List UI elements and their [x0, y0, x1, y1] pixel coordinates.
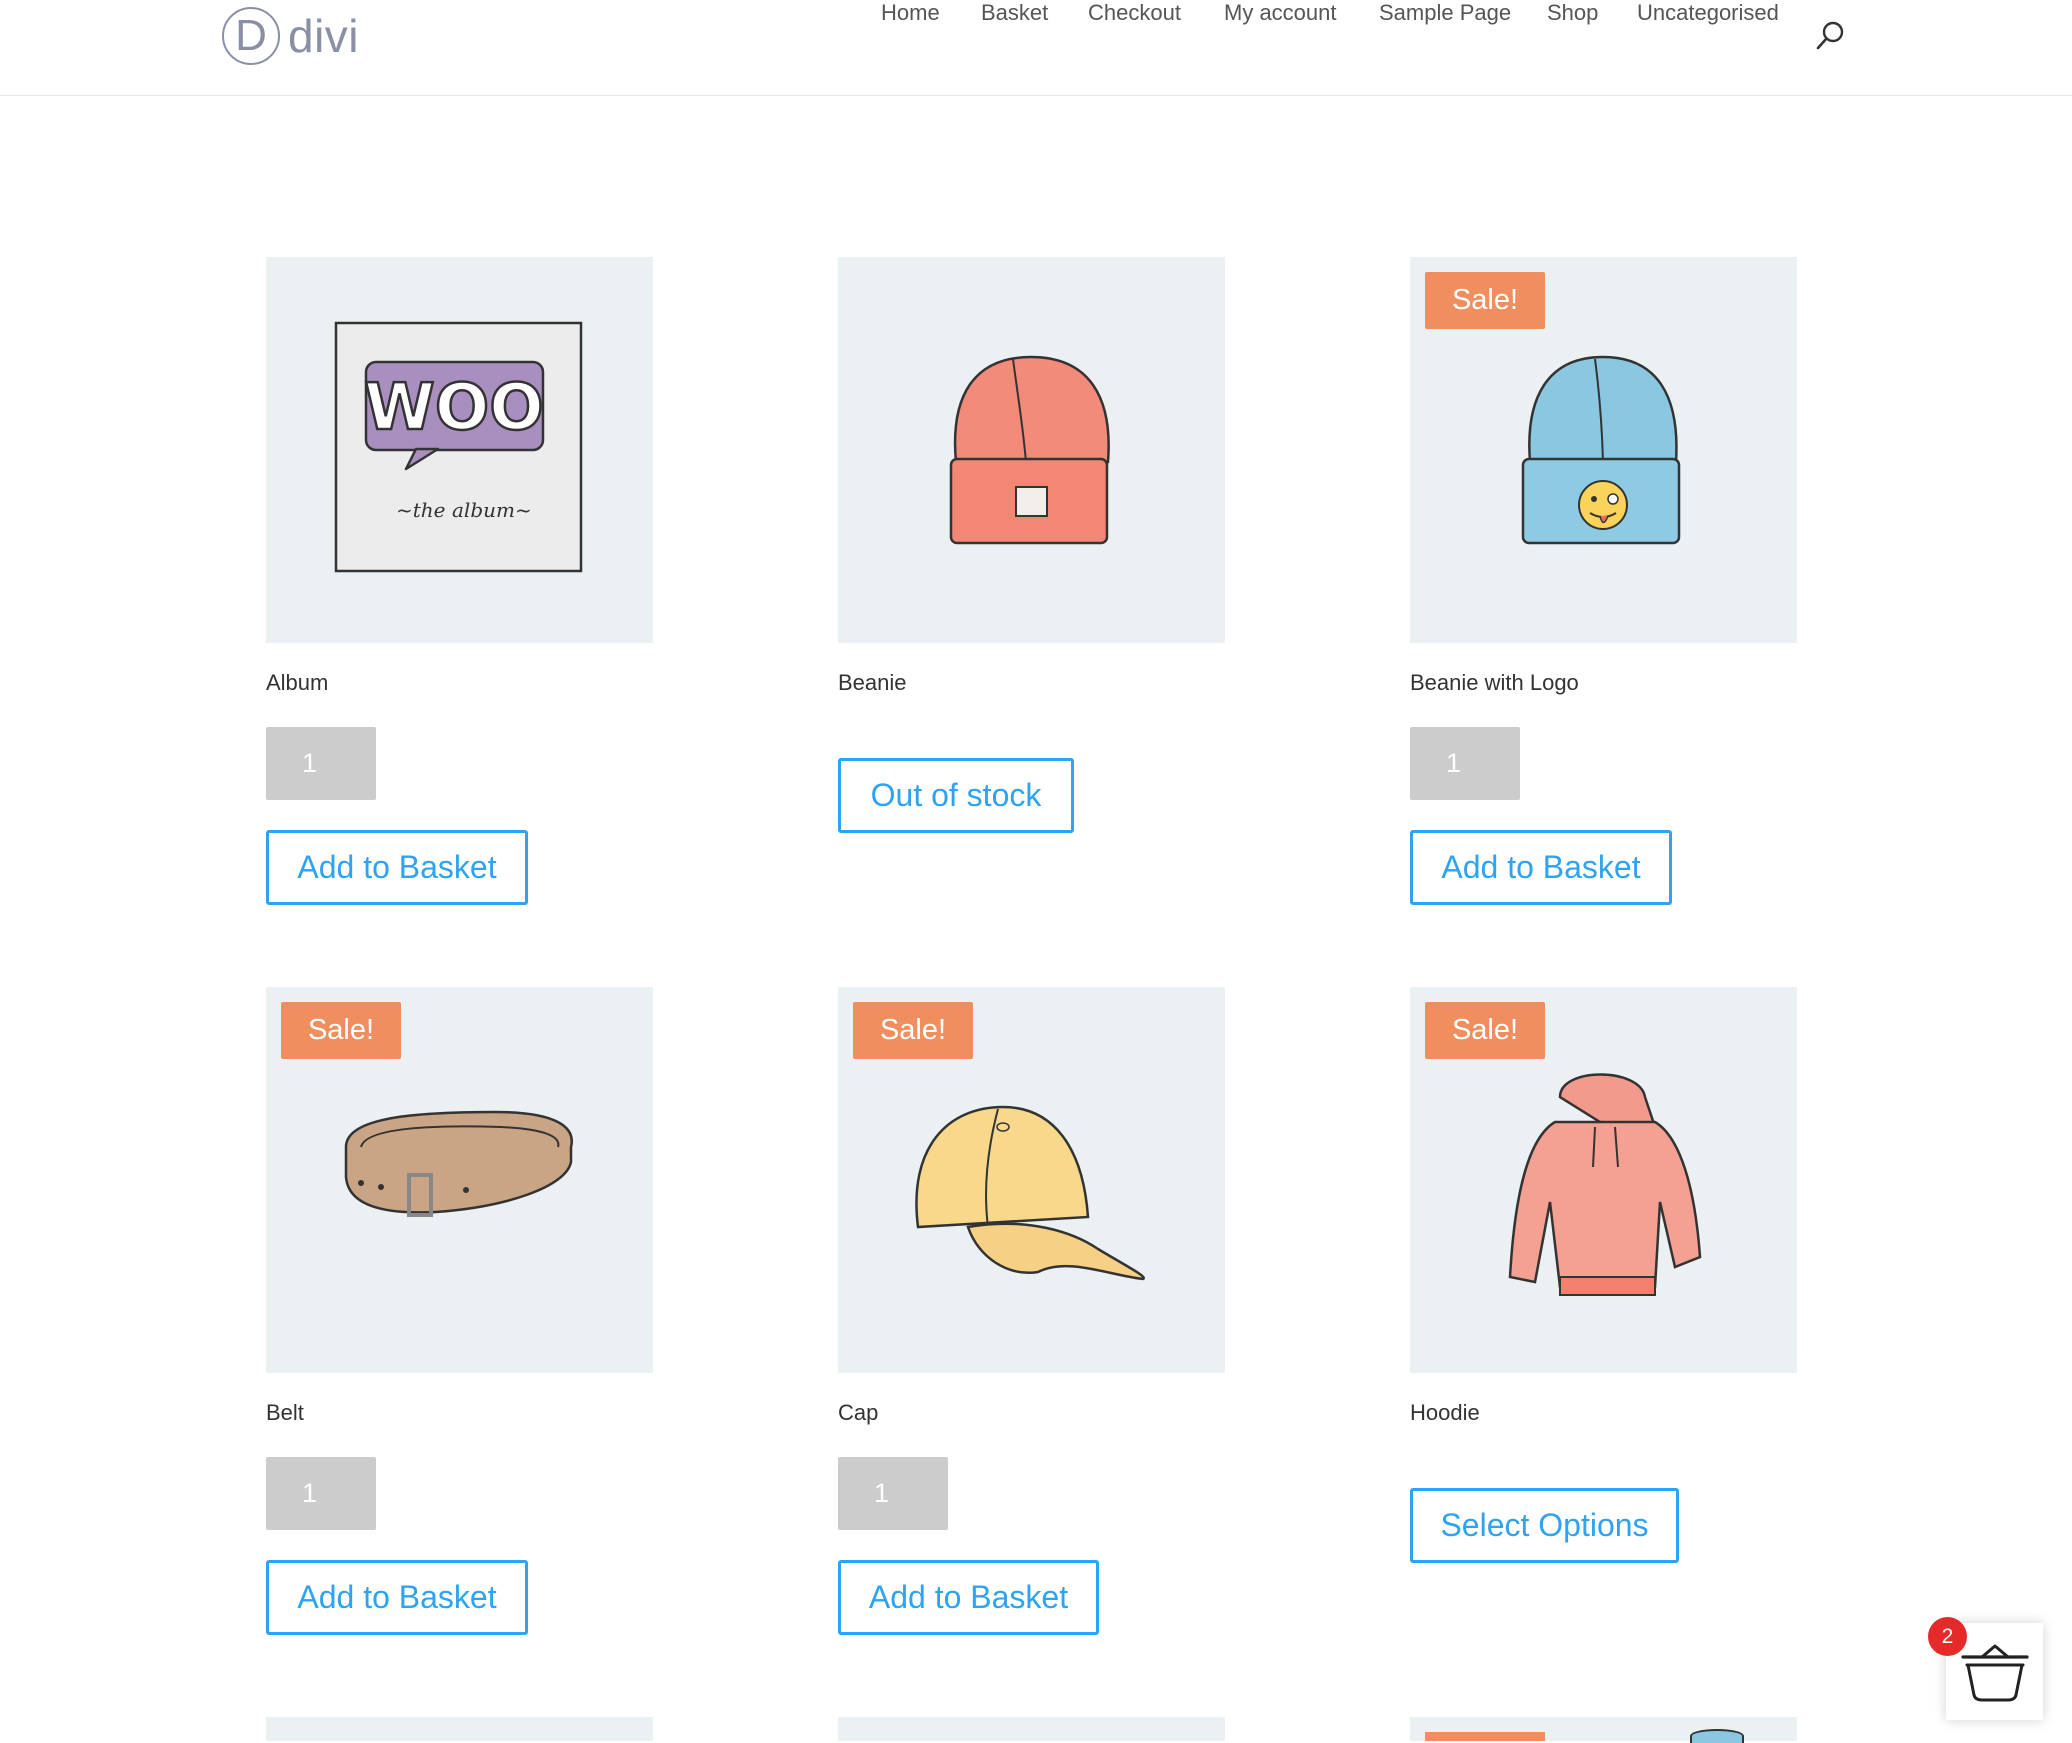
svg-text:~the: ~the [396, 498, 446, 522]
beanie-icon [949, 355, 1110, 545]
site-logo[interactable]: D divi [222, 3, 359, 69]
product-image[interactable]: Sale! [838, 987, 1225, 1373]
product-image[interactable]: Sale! [1410, 257, 1797, 643]
product-image[interactable] [838, 257, 1225, 643]
product-card-beanie: Beanie Out of stock [838, 257, 1225, 907]
out-of-stock-button[interactable]: Out of stock [838, 758, 1074, 833]
product-card-beanie-with-logo: Sale! Beanie with Logo 1 Add to Basket [1410, 257, 1797, 907]
product-title[interactable]: Album [266, 670, 328, 696]
product-image-peek[interactable] [266, 1717, 653, 1741]
add-to-basket-button[interactable]: Add to Basket [1410, 830, 1672, 905]
quantity-input[interactable]: 1 [1410, 727, 1520, 800]
sale-badge: Sale! [1425, 1002, 1545, 1059]
add-to-basket-button[interactable]: Add to Basket [266, 830, 528, 905]
site-header: D divi Home Basket Checkout My account S… [0, 0, 2072, 96]
add-to-basket-button[interactable]: Add to Basket [838, 1560, 1099, 1635]
sale-badge: Sale! [1425, 272, 1545, 329]
product-card-album: WOO ~the album~ Album 1 Add to Basket [266, 257, 653, 907]
nav-sample-page[interactable]: Sample Page [1379, 0, 1511, 26]
add-to-basket-button[interactable]: Add to Basket [266, 1560, 528, 1635]
nav-uncategorised[interactable]: Uncategorised [1637, 0, 1779, 26]
quantity-input[interactable]: 1 [838, 1457, 948, 1530]
product-title[interactable]: Beanie with Logo [1410, 670, 1579, 696]
sale-badge-peek [1425, 1732, 1545, 1741]
search-icon[interactable] [1815, 20, 1845, 52]
product-title[interactable]: Hoodie [1410, 1400, 1480, 1426]
select-options-button[interactable]: Select Options [1410, 1488, 1679, 1563]
nav-basket[interactable]: Basket [981, 0, 1048, 26]
quantity-input[interactable]: 1 [266, 1457, 376, 1530]
product-title[interactable]: Belt [266, 1400, 304, 1426]
nav-checkout[interactable]: Checkout [1088, 0, 1181, 26]
svg-text:album~: album~ [452, 498, 532, 522]
product-image-peek[interactable] [1410, 1717, 1797, 1743]
product-image-peek[interactable] [838, 1717, 1225, 1741]
logo-text: divi [288, 10, 360, 62]
product-card-belt: Sale! Belt 1 Add to Basket [266, 987, 653, 1637]
product-title[interactable]: Beanie [838, 670, 907, 696]
product-card-cap: Sale! Cap 1 Add to Basket [838, 987, 1225, 1637]
product-image[interactable]: WOO ~the album~ [266, 257, 653, 643]
album-icon: WOO ~the album~ [334, 321, 583, 573]
svg-text:WOO: WOO [364, 371, 543, 445]
product-card-hoodie: Sale! Hoodie Select Options [1410, 987, 1797, 1637]
nav-shop[interactable]: Shop [1547, 0, 1598, 26]
nav-home[interactable]: Home [881, 0, 940, 26]
product-title[interactable]: Cap [838, 1400, 878, 1426]
quantity-input[interactable]: 1 [266, 727, 376, 800]
product-image[interactable]: Sale! [266, 987, 653, 1373]
sale-badge: Sale! [853, 1002, 973, 1059]
nav-my-account[interactable]: My account [1224, 0, 1337, 26]
sale-badge: Sale! [281, 1002, 401, 1059]
product-image[interactable]: Sale! [1410, 987, 1797, 1373]
logo-mark: D [222, 7, 280, 65]
basket-icon [1961, 1644, 2029, 1702]
cart-count-badge: 2 [1928, 1617, 1967, 1656]
